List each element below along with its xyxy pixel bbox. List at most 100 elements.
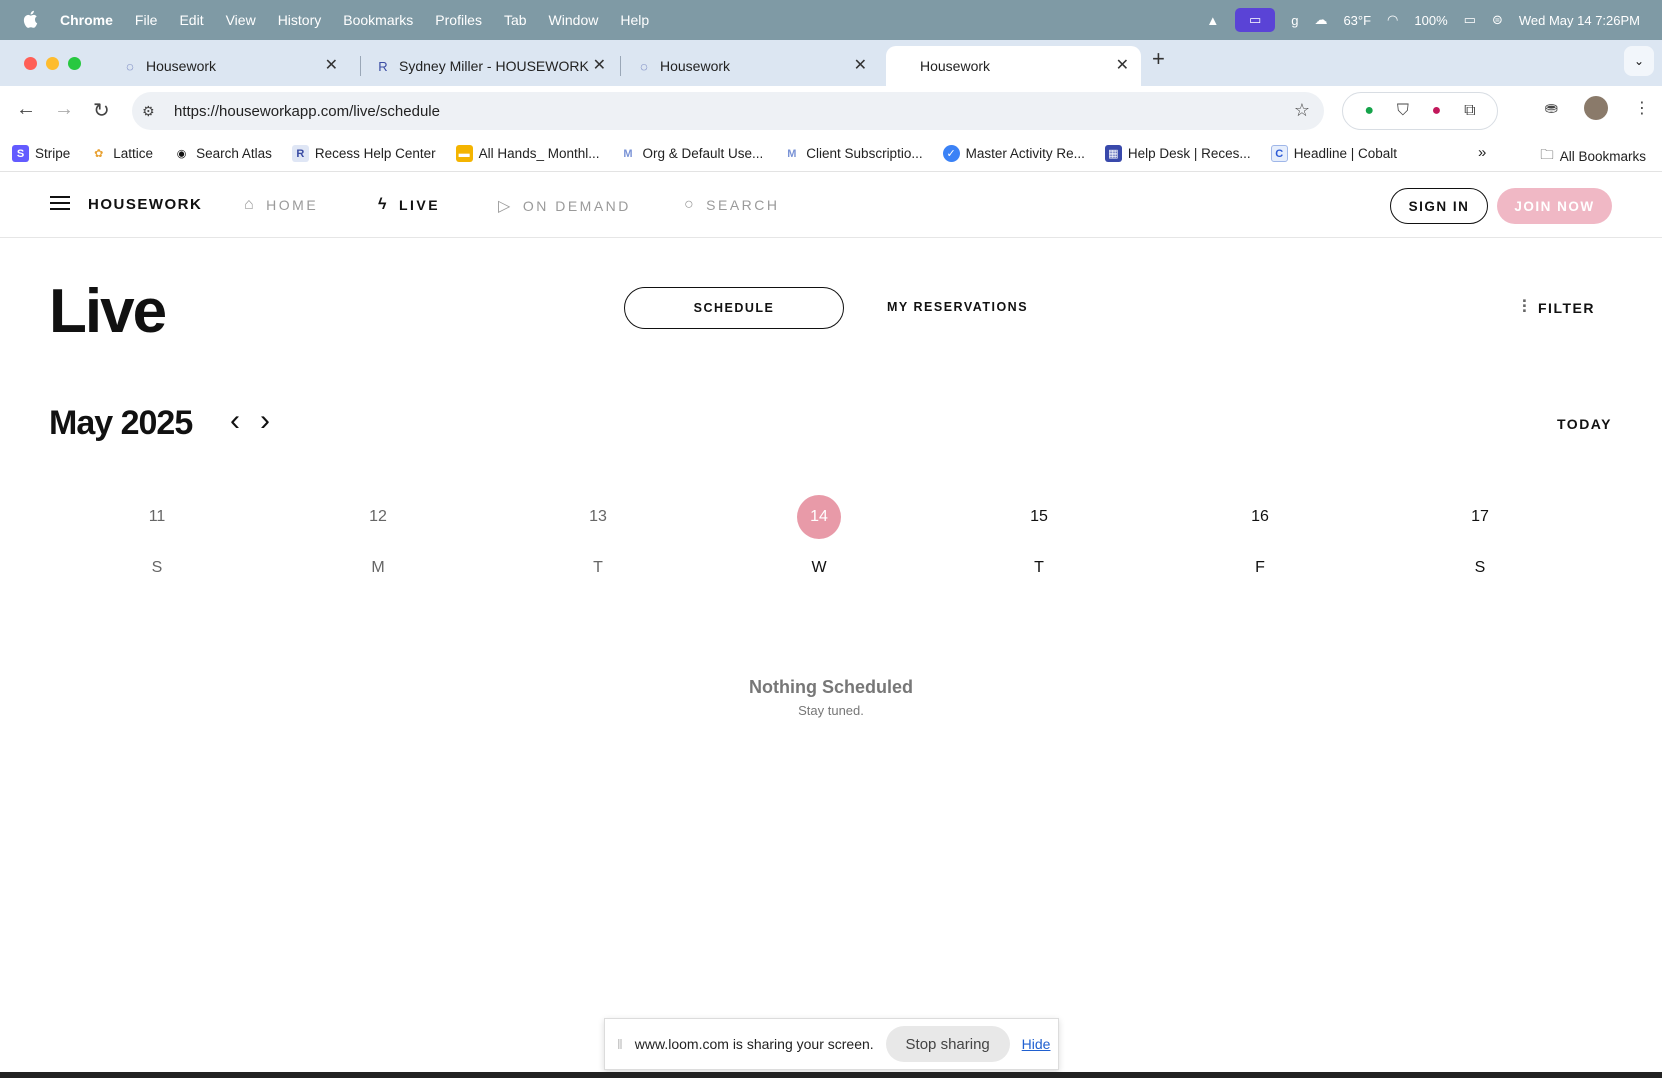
battery-icon[interactable]: ▭ <box>1464 12 1476 28</box>
filter-label: FILTER <box>1538 299 1595 316</box>
tab-close-icon[interactable]: ✕ <box>325 55 338 75</box>
menu-window[interactable]: Window <box>549 12 599 28</box>
kebab-menu-icon[interactable]: ⋮ <box>1634 98 1650 118</box>
calendar-day[interactable]: 17 S <box>1458 495 1502 577</box>
cobalt-icon: C <box>1270 145 1288 162</box>
stop-sharing-button[interactable]: Stop sharing <box>885 1026 1010 1062</box>
menu-tab[interactable]: Tab <box>504 12 527 28</box>
calendar-day[interactable]: 12 M <box>356 495 400 577</box>
apple-icon[interactable] <box>22 10 42 31</box>
join-now-button[interactable]: JOIN NOW <box>1497 188 1612 224</box>
hamburger-menu-icon[interactable] <box>50 196 70 212</box>
browser-tab-strip: ◌ Housework ✕ R Sydney Miller - HOUSEWOR… <box>0 40 1662 86</box>
browser-tab[interactable]: ◌ Housework ✕ <box>110 46 350 86</box>
control-center-icon[interactable]: ⊜ <box>1492 12 1503 28</box>
calendar-day[interactable]: 15 T <box>1017 495 1061 577</box>
nav-search[interactable]: ○ SEARCH <box>684 196 780 214</box>
bookmark-all-hands[interactable]: ▬ All Hands_ Monthl... <box>455 145 600 162</box>
housework-logo[interactable]: HOUSEWORK <box>88 196 202 213</box>
puzzle-icon[interactable]: ⧉ <box>1464 102 1475 120</box>
tab-title: Sydney Miller - HOUSEWORK <box>399 58 589 74</box>
hide-link[interactable]: Hide <box>1022 1036 1051 1052</box>
nav-live[interactable]: ϟ LIVE <box>378 196 440 214</box>
chevron-right-icon[interactable]: › <box>260 404 270 438</box>
back-arrow-icon[interactable]: ← <box>16 98 36 121</box>
menu-view[interactable]: View <box>226 12 256 28</box>
tab-my-reservations[interactable]: MY RESERVATIONS <box>887 300 1028 314</box>
browser-tab[interactable]: ◌ Housework ✕ <box>624 46 879 86</box>
nav-live-label: LIVE <box>398 197 441 213</box>
bookmark-master-activity[interactable]: ✓ Master Activity Re... <box>942 145 1085 162</box>
site-header: HOUSEWORK ⌂ HOME ϟ LIVE ▷ ON DEMAND ○ SE… <box>0 172 1662 238</box>
bookmark-label: Recess Help Center <box>314 146 436 161</box>
url-input[interactable] <box>174 102 1174 120</box>
sign-in-button[interactable]: SIGN IN <box>1390 188 1488 224</box>
menu-file[interactable]: File <box>135 12 158 28</box>
drive-icon[interactable]: ▲ <box>1206 13 1219 28</box>
drag-handle-icon[interactable]: ‖ <box>617 1036 623 1052</box>
bookmark-search-atlas[interactable]: ◉ Search Atlas <box>173 145 272 162</box>
tab-search-chevron-icon[interactable]: ⌄ <box>1624 46 1654 76</box>
menu-edit[interactable]: Edit <box>179 12 203 28</box>
bookmark-star-icon[interactable]: ☆ <box>1294 100 1310 121</box>
menu-history[interactable]: History <box>278 12 322 28</box>
bookmark-label: Help Desk | Reces... <box>1127 146 1251 161</box>
menu-bookmarks[interactable]: Bookmarks <box>343 12 413 28</box>
browser-tab[interactable]: R Sydney Miller - HOUSEWORK ✕ <box>363 46 618 86</box>
nav-home[interactable]: ⌂ HOME <box>244 196 318 214</box>
chevron-left-icon[interactable]: ‹ <box>230 404 240 438</box>
bottom-edge <box>0 1072 1662 1078</box>
today-button[interactable]: TODAY <box>1557 416 1612 432</box>
nav-on-demand[interactable]: ▷ ON DEMAND <box>498 196 631 216</box>
screen-share-bar: ‖ www.loom.com is sharing your screen. S… <box>604 1018 1059 1070</box>
tab-close-icon[interactable]: ✕ <box>1116 55 1129 75</box>
loom-extension-icon[interactable]: ● <box>1432 102 1442 120</box>
forward-arrow-icon[interactable]: → <box>54 98 74 121</box>
menu-help[interactable]: Help <box>620 12 649 28</box>
bookmark-label: All Hands_ Monthl... <box>478 146 600 161</box>
bookmark-label: Headline | Cobalt <box>1293 146 1398 161</box>
bookmark-help-desk[interactable]: ▦ Help Desk | Reces... <box>1104 145 1251 162</box>
calendar-day-selected[interactable]: 14 W <box>797 495 841 577</box>
calendar-day[interactable]: 16 F <box>1238 495 1282 577</box>
new-tab-icon[interactable]: + <box>1152 46 1165 72</box>
bookmarks-overflow-icon[interactable]: » <box>1478 144 1486 161</box>
bookmark-extension-icon[interactable]: ⛉ <box>1397 102 1409 120</box>
all-bookmarks-button[interactable]: 🗀 All Bookmarks <box>1540 145 1646 168</box>
day-date: 15 <box>1030 508 1048 525</box>
tab-schedule[interactable]: SCHEDULE <box>624 287 844 329</box>
menu-chrome[interactable]: Chrome <box>60 12 113 28</box>
grammarly-extension-icon[interactable]: ● <box>1364 102 1374 120</box>
calendar-day[interactable]: 11 S <box>135 495 179 577</box>
clock[interactable]: Wed May 14 7:26PM <box>1519 13 1640 28</box>
profile-avatar[interactable] <box>1584 96 1608 120</box>
bookmark-client-subscription[interactable]: M Client Subscriptio... <box>783 145 922 162</box>
tab-close-icon[interactable]: ✕ <box>593 55 606 75</box>
bookmark-recess-help-center[interactable]: R Recess Help Center <box>291 145 436 162</box>
close-window-button[interactable] <box>24 57 37 70</box>
tab-close-icon[interactable]: ✕ <box>854 55 867 75</box>
incognito-icon[interactable]: ⛂ <box>1545 98 1558 118</box>
housework-favicon-icon: ◌ <box>640 58 648 74</box>
weather-temp: 63°F <box>1343 12 1372 28</box>
menu-profiles[interactable]: Profiles <box>435 12 482 28</box>
wifi-icon[interactable]: ◠ <box>1387 12 1398 28</box>
bookmark-headline-cobalt[interactable]: C Headline | Cobalt <box>1270 145 1398 162</box>
browser-tab-active[interactable]: Housework ✕ <box>886 46 1141 86</box>
bookmark-org-default[interactable]: M Org & Default Use... <box>619 145 763 162</box>
reload-icon[interactable]: ↻ <box>93 98 110 123</box>
grammarly-status-icon[interactable]: g <box>1291 13 1298 28</box>
screen-share-icon[interactable]: ▭ <box>1235 8 1276 32</box>
bookmark-lattice[interactable]: ✿ Lattice <box>90 145 153 162</box>
weather-icon[interactable]: ☁ <box>1314 12 1327 28</box>
calendar-day[interactable]: 13 T <box>576 495 620 577</box>
filter-button[interactable]: ⫶ FILTER <box>1522 297 1595 318</box>
address-bar[interactable]: ⚙ ☆ <box>132 92 1324 130</box>
bookmark-stripe[interactable]: S Stripe <box>12 145 70 162</box>
minimize-window-button[interactable] <box>46 57 59 70</box>
stripe-icon: S <box>12 145 29 162</box>
housework-favicon-icon: ◌ <box>126 58 134 74</box>
maximize-window-button[interactable] <box>68 57 81 70</box>
lattice-icon: ✿ <box>94 148 104 160</box>
site-settings-icon[interactable]: ⚙ <box>142 103 162 120</box>
